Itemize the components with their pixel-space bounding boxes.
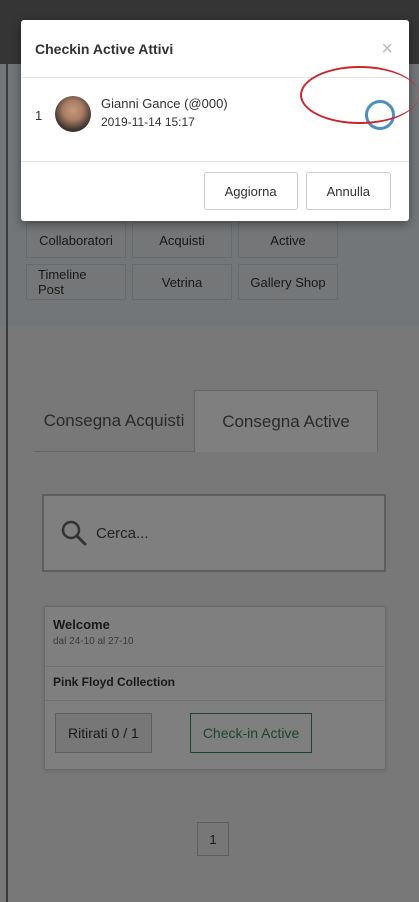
cancel-button[interactable]: Annulla — [305, 172, 391, 210]
highlight-annotation — [300, 66, 419, 124]
modal-footer: Aggiorna Annulla — [21, 162, 409, 220]
avatar — [55, 96, 91, 132]
user-name: Gianni Gance (@000) — [101, 96, 228, 111]
row-index: 1 — [35, 108, 43, 123]
update-button[interactable]: Aggiorna — [203, 172, 298, 210]
modal-title: Checkin Active Attivi — [35, 40, 174, 57]
close-icon[interactable]: × — [381, 39, 393, 59]
checkin-timestamp: 2019-11-14 15:17 — [101, 115, 195, 129]
